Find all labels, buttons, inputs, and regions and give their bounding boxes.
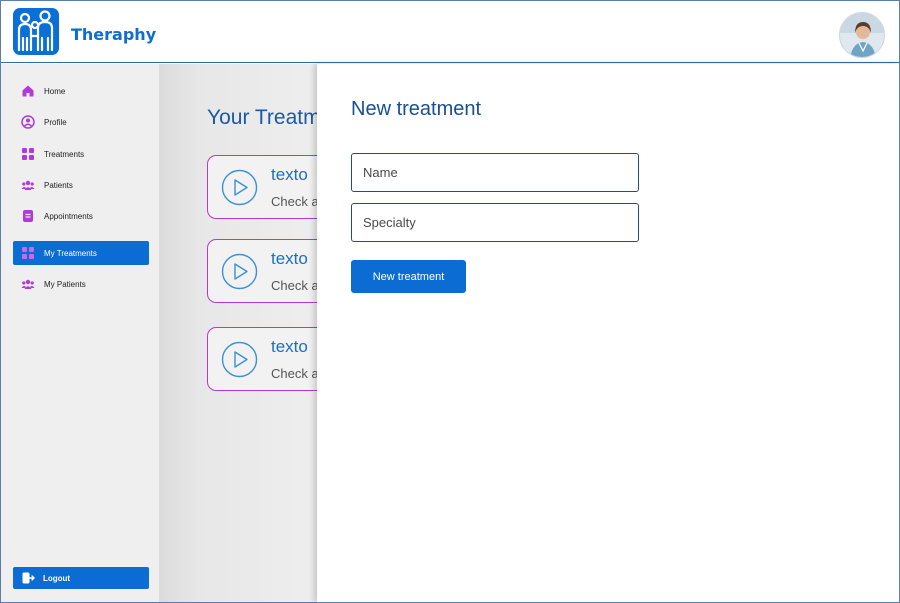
sidebar-item-label: Treatments [44, 149, 85, 159]
sidebar-item-my-patients[interactable]: My Patients [13, 272, 149, 296]
name-input[interactable] [351, 153, 639, 192]
sidebar-item-label: My Patients [44, 279, 86, 289]
top-header: Theraphy [1, 1, 899, 63]
logout-label: Logout [43, 573, 71, 583]
logout-button[interactable]: Logout [13, 567, 149, 589]
treatment-card[interactable]: texto Check a [207, 327, 317, 391]
card-subtitle: Check a [271, 194, 317, 209]
treatment-card[interactable]: texto Check a [207, 155, 317, 219]
home-icon [21, 84, 35, 98]
family-logo-icon[interactable] [13, 8, 59, 55]
app-window: Theraphy Home Profile Treatments Patient… [0, 0, 900, 603]
card-title: texto [271, 249, 308, 268]
play-icon[interactable] [221, 169, 258, 206]
new-treatment-drawer: New treatment New treatment [317, 64, 899, 602]
document-icon [21, 209, 35, 223]
main-content: Your Treatm texto Check a texto Check a … [159, 64, 317, 602]
sidebar-item-label: Appointments [44, 211, 93, 221]
sidebar: Home Profile Treatments Patients Appoint… [1, 64, 159, 602]
sidebar-item-label: My Treatments [44, 248, 97, 258]
user-circle-icon [21, 115, 35, 129]
specialty-input[interactable] [351, 203, 639, 242]
card-title: texto [271, 337, 308, 356]
sidebar-item-label: Profile [44, 117, 67, 127]
sidebar-item-patients[interactable]: Patients [13, 173, 149, 197]
logout-icon [21, 571, 35, 585]
sidebar-item-home[interactable]: Home [13, 79, 149, 103]
grid-icon [21, 147, 35, 161]
sidebar-item-treatments[interactable]: Treatments [13, 142, 149, 166]
play-icon[interactable] [221, 253, 258, 290]
users-icon [21, 277, 35, 291]
sidebar-item-label: Patients [44, 180, 73, 190]
sidebar-item-label: Home [44, 86, 66, 96]
page-title: Your Treatm [207, 106, 317, 129]
card-subtitle: Check a [271, 278, 317, 293]
play-icon[interactable] [221, 341, 258, 378]
sidebar-item-my-treatments[interactable]: My Treatments [13, 241, 149, 265]
user-avatar[interactable] [839, 12, 885, 58]
users-icon [21, 178, 35, 192]
treatment-card[interactable]: texto Check a [207, 239, 317, 303]
sidebar-item-profile[interactable]: Profile [13, 110, 149, 134]
sidebar-item-appointments[interactable]: Appointments [13, 204, 149, 228]
new-treatment-button[interactable]: New treatment [351, 260, 466, 293]
drawer-title: New treatment [351, 98, 482, 120]
brand-name: Theraphy [71, 25, 157, 44]
grid-icon [21, 246, 35, 260]
card-subtitle: Check a [271, 366, 317, 381]
card-title: texto [271, 165, 308, 184]
